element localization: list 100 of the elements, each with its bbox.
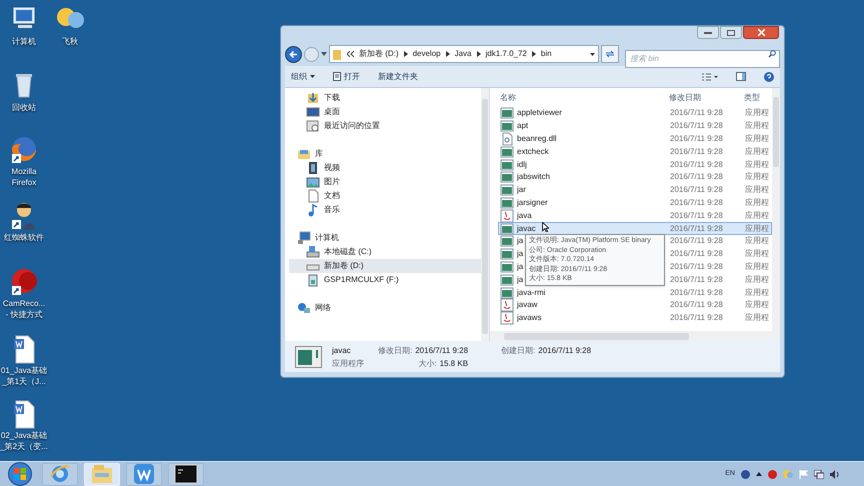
file-name[interactable]: ja: [517, 260, 524, 273]
date-cell-text: 2016/7/11 9:28: [670, 248, 724, 260]
application-icon: [500, 286, 514, 300]
file-name[interactable]: jar: [517, 184, 526, 196]
nav-item[interactable]: 计算机: [289, 231, 481, 245]
date-cell-text: 2016/7/11 9:28: [670, 184, 724, 196]
file-name[interactable]: java: [517, 210, 532, 222]
breadcrumb[interactable]: develop: [412, 48, 441, 60]
type-cell-text: 应用程: [745, 235, 770, 248]
desktop-shortcut[interactable]: 02_Java基础 _第2天（变...: [2, 398, 46, 452]
network-icon[interactable]: [814, 470, 824, 478]
vertical-scrollbar[interactable]: [481, 88, 489, 341]
tray-arrow-icon[interactable]: [756, 472, 762, 476]
column-header[interactable]: 类型: [744, 92, 770, 104]
nav-item[interactable]: 视频: [289, 161, 481, 175]
desktop-shortcut[interactable]: 01_Java基础 _第1天（J...: [2, 333, 46, 387]
desktop-shortcut[interactable]: 红蜘蛛软件: [2, 200, 46, 243]
date-cell-text: 2016/7/11 9:28: [670, 235, 724, 248]
toolbar-button[interactable]: 打开: [333, 70, 360, 82]
view-options-icon[interactable]: [702, 72, 718, 80]
file-name[interactable]: beanreg.dll: [517, 133, 557, 145]
dropdown-caret-icon[interactable]: [321, 52, 327, 56]
nav-item[interactable]: 库: [289, 147, 481, 161]
nav-item[interactable]: 下载: [289, 91, 481, 105]
desktop-shortcut[interactable]: 飞秋: [48, 4, 92, 47]
overflow-chevron-icon: [347, 51, 354, 57]
dropdown-caret-icon[interactable]: [590, 52, 595, 56]
breadcrumb[interactable]: Java: [454, 48, 472, 60]
desktop-label: _第2天（变...: [0, 441, 48, 452]
speaker-icon[interactable]: [830, 470, 840, 478]
nav-item[interactable]: 网络: [289, 301, 481, 315]
minimize-button[interactable]: [697, 26, 719, 39]
date-cell-text: 2016/7/11 9:28: [670, 196, 724, 209]
preview-pane-icon[interactable]: [736, 72, 746, 81]
desktop-shortcut[interactable]: 回收站: [2, 70, 46, 113]
search-field[interactable]: 搜索 bin: [625, 50, 780, 68]
w-app-icon: [133, 463, 155, 485]
start-button[interactable]: [8, 462, 32, 486]
file-name[interactable]: apt: [517, 120, 528, 132]
file-row[interactable]: javac 2016/7/11 9:28 应用程: [498, 222, 772, 235]
picture-icon: [306, 175, 320, 189]
desktop-shortcut[interactable]: 计算机: [2, 4, 46, 47]
column-header[interactable]: 名称: [498, 92, 669, 104]
back-button[interactable]: [285, 46, 302, 62]
application-icon: [500, 260, 514, 274]
java-icon: [500, 311, 514, 326]
file-name[interactable]: ja: [517, 248, 524, 260]
file-name[interactable]: javaw: [517, 299, 538, 312]
file-name[interactable]: jarsigner: [517, 196, 548, 209]
date-cell-text: 2016/7/11 9:28: [670, 312, 724, 324]
toolbar-button[interactable]: 新建文件夹: [378, 70, 418, 82]
close-button[interactable]: [743, 26, 779, 39]
nav-item[interactable]: 图片: [289, 175, 481, 189]
file-name[interactable]: idlj: [517, 158, 527, 171]
film-icon: [306, 161, 320, 175]
network-icon: [297, 301, 311, 315]
file-name[interactable]: ja: [517, 274, 524, 286]
terminal-icon: [174, 464, 198, 484]
maximize-button[interactable]: [720, 26, 742, 39]
horizontal-scrollbar[interactable]: [490, 331, 780, 341]
toolbar-button[interactable]: 组织: [291, 70, 315, 82]
desktop-label: Firefox: [12, 177, 36, 188]
type-cell-text: 应用程: [745, 133, 770, 145]
file-name[interactable]: javaws: [517, 312, 542, 324]
type-cell-text: 应用程: [745, 120, 770, 132]
breadcrumb[interactable]: bin: [540, 48, 552, 60]
type-cell-text: 应用程: [745, 158, 770, 171]
application-icon: [500, 158, 514, 172]
file-name[interactable]: ja: [517, 235, 524, 248]
desktop-shortcut[interactable]: Mozilla Firefox: [2, 134, 46, 188]
breadcrumb[interactable]: 新加卷 (D:): [359, 48, 399, 60]
nav-item[interactable]: GSP1RMCULXF (F:): [289, 273, 481, 287]
nav-item[interactable]: 新加卷 (D:): [289, 259, 481, 273]
desktop-shortcut[interactable]: CamReco... - 快捷方式: [2, 266, 46, 320]
type-cell-text: 应用程: [745, 248, 770, 260]
file-name[interactable]: jabswitch: [517, 171, 550, 184]
desktop-label: 02_Java基础: [0, 430, 48, 441]
address-bar[interactable]: 新加卷 (D:) develop Java jdk1.7.0_72 bin: [329, 45, 599, 63]
refresh-button[interactable]: [601, 45, 619, 63]
nav-item[interactable]: 最近访问的位置: [289, 119, 481, 133]
file-name[interactable]: java-rmi: [517, 286, 546, 299]
application-icon: [500, 170, 514, 184]
date-cell-text: 2016/7/11 9:28: [670, 260, 724, 273]
column-header[interactable]: 修改日期: [669, 92, 744, 104]
nav-item[interactable]: 文档: [289, 189, 481, 203]
nav-item[interactable]: 本地磁盘 (C:): [289, 245, 481, 259]
close-icon: [758, 29, 764, 36]
details-file-type: 应用程序: [332, 358, 364, 370]
desktop-label: _第1天（J...: [2, 376, 46, 387]
vertical-scrollbar[interactable]: [772, 88, 780, 331]
nav-item[interactable]: 桌面: [289, 105, 481, 119]
date-cell-text: 2016/7/11 9:28: [670, 274, 724, 286]
file-name[interactable]: extcheck: [517, 146, 549, 158]
folder-icon: [90, 463, 114, 485]
record-tray-icon[interactable]: [768, 470, 777, 478]
breadcrumb[interactable]: jdk1.7.0_72: [486, 48, 527, 60]
file-name[interactable]: appletviewer: [517, 107, 562, 120]
taskbar-button[interactable]: [168, 462, 204, 486]
nav-item[interactable]: 音乐: [289, 203, 481, 217]
desktop-label: CamReco...: [2, 298, 46, 309]
